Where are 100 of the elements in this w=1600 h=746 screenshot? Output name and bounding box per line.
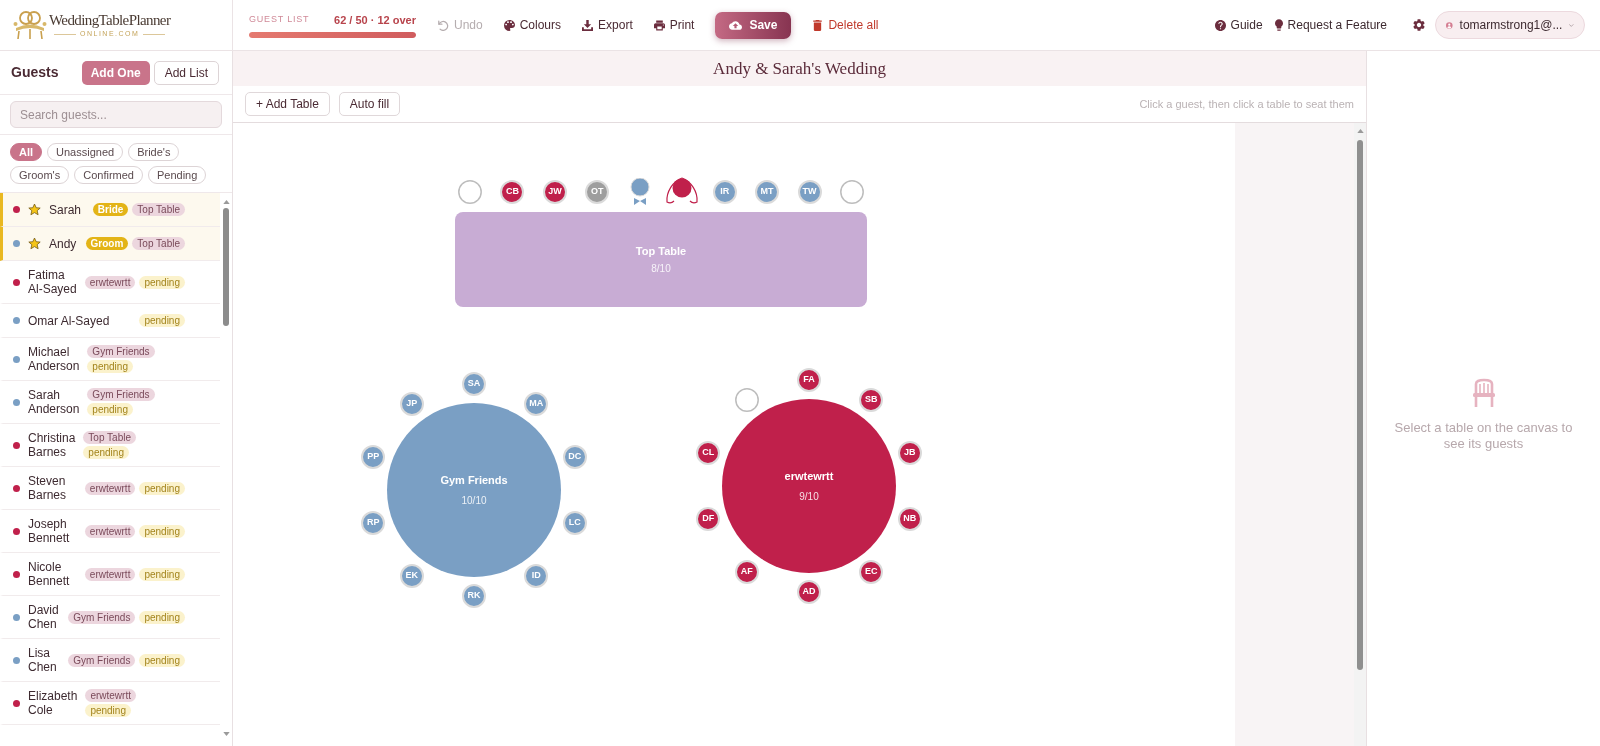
- empty-state-message: Select a table on the canvas to see its guests: [1393, 419, 1574, 452]
- request-feature-link[interactable]: Request a Feature: [1274, 16, 1387, 34]
- add-list-button[interactable]: Add List: [153, 60, 219, 85]
- sidebar-title: Guests: [11, 63, 59, 82]
- add-one-button[interactable]: Add One: [81, 60, 150, 85]
- save-button[interactable]: Save: [715, 11, 792, 39]
- help-icon: [1214, 19, 1226, 31]
- guest-seat[interactable]: AF: [734, 559, 759, 584]
- add-table-button[interactable]: + Add Table: [245, 92, 330, 116]
- account-menu-button[interactable]: tomarmstrong1@...: [1435, 11, 1585, 39]
- scroll-up-icon[interactable]: [1356, 129, 1364, 133]
- scroll-up-icon[interactable]: [222, 200, 230, 204]
- guest-seat[interactable]: AD: [797, 580, 821, 604]
- guest-name: Elizabeth Cole: [28, 689, 78, 717]
- empty-seat-icon[interactable]: [840, 180, 864, 204]
- guest-row[interactable]: Sarah Bride Top Table: [0, 193, 220, 227]
- guest-name: Omar Al-Sayed: [28, 313, 111, 328]
- table-name: erwtewrtt: [784, 468, 834, 484]
- person-veil-icon[interactable]: [664, 177, 701, 205]
- star-icon: [28, 237, 41, 250]
- table-tag: Gym Friends: [68, 610, 136, 624]
- person-bowtie-icon[interactable]: [629, 177, 650, 205]
- guide-link[interactable]: Guide: [1214, 16, 1263, 34]
- filter-chip[interactable]: Pending: [147, 166, 207, 184]
- guest-seat[interactable]: CL: [696, 441, 721, 466]
- role-badge: Groom: [85, 237, 129, 250]
- guest-row[interactable]: Fatima Al-Sayed erwtewrtt pending: [0, 261, 220, 304]
- status-tag: pending: [139, 275, 185, 289]
- status-tag: pending: [85, 704, 131, 717]
- guest-name: Michael Anderson: [28, 345, 80, 373]
- table-tag: Gym Friends: [87, 345, 155, 358]
- guest-seat[interactable]: FA: [797, 368, 821, 392]
- guest-seat[interactable]: DF: [696, 506, 721, 531]
- guest-row[interactable]: Andy Groom Top Table: [0, 227, 220, 261]
- chair-icon: [1470, 377, 1497, 408]
- print-button[interactable]: Print: [653, 16, 695, 34]
- guest-name: Andy: [49, 236, 78, 251]
- guest-name: Lisa Chen: [28, 646, 58, 674]
- empty-seat-icon[interactable]: [458, 180, 482, 204]
- plan-title: Andy & Sarah's Wedding: [713, 57, 886, 80]
- rings-logo-icon: [13, 10, 47, 40]
- table-tag: Top Table: [132, 203, 185, 216]
- status-tag: pending: [139, 567, 185, 581]
- guest-seat[interactable]: CB: [500, 180, 525, 204]
- table-tag: erwtewrtt: [85, 689, 136, 702]
- status-tag: pending: [87, 360, 133, 373]
- guest-seat[interactable]: JW: [542, 180, 567, 204]
- filter-chip[interactable]: Bride's: [128, 143, 180, 161]
- status-tag: pending: [139, 481, 185, 495]
- guest-name: David Chen: [28, 603, 60, 631]
- table-name: Top Table: [635, 243, 687, 259]
- guest-seat[interactable]: SB: [859, 388, 884, 413]
- download-icon: [582, 19, 594, 31]
- status-tag: pending: [139, 524, 185, 538]
- chevron-down-icon: [1569, 22, 1574, 28]
- guest-row[interactable]: Christina Barnes Top Table pending: [0, 424, 220, 467]
- guest-row[interactable]: David Chen Gym Friends pending: [0, 596, 220, 639]
- seat-count: 9/10: [799, 490, 819, 505]
- role-badge: Bride: [92, 203, 129, 216]
- status-tag: pending: [139, 653, 185, 667]
- guest-row[interactable]: Sarah Anderson Gym Friends pending: [0, 381, 220, 424]
- filter-chip[interactable]: Confirmed: [74, 166, 143, 184]
- delete-all-button[interactable]: Delete all: [812, 16, 879, 34]
- guest-seat[interactable]: NB: [897, 506, 922, 531]
- search-field[interactable]: Search guests...: [10, 101, 222, 128]
- palette-icon: [503, 19, 515, 31]
- seat-count: 10/10: [461, 494, 487, 509]
- lightbulb-icon: [1274, 19, 1283, 31]
- auto-fill-button[interactable]: Auto fill: [338, 92, 401, 116]
- table-tag: erwtewrtt: [84, 481, 136, 495]
- colours-button[interactable]: Colours: [503, 16, 562, 34]
- table-tag: Top Table: [132, 237, 185, 250]
- guest-name: Sarah Anderson: [28, 388, 80, 416]
- guest-row[interactable]: Omar Al-Sayed pending: [0, 304, 220, 338]
- scrollbar-thumb[interactable]: [223, 208, 229, 326]
- status-tag: pending: [139, 610, 185, 624]
- guest-row[interactable]: Steven Barnes erwtewrtt pending: [0, 467, 220, 510]
- scrollbar-thumb[interactable]: [1357, 140, 1363, 670]
- star-icon: [28, 203, 41, 216]
- guest-name: Steven Barnes: [28, 474, 68, 502]
- hint-text: Click a guest, then click a table to seat them: [1139, 96, 1354, 112]
- guest-row[interactable]: Elizabeth Cole erwtewrtt pending: [0, 682, 220, 725]
- guest-seat[interactable]: JB: [897, 441, 922, 466]
- scroll-down-icon[interactable]: [222, 732, 230, 736]
- filter-chip[interactable]: Groom's: [10, 166, 70, 184]
- filter-chip[interactable]: Unassigned: [47, 143, 124, 161]
- seat-count: 8/10: [651, 262, 671, 277]
- logo-text: WeddingTablePlanner: [49, 12, 171, 29]
- guest-row[interactable]: Lisa Chen Gym Friends pending: [0, 639, 220, 682]
- guest-row[interactable]: Michael Anderson Gym Friends pending: [0, 338, 220, 381]
- empty-seat-icon[interactable]: [734, 388, 759, 413]
- guest-list-label: GUEST LIST: [249, 13, 310, 27]
- settings-icon[interactable]: [1413, 19, 1425, 31]
- status-tag: pending: [87, 403, 133, 416]
- guest-name: Christina Barnes: [28, 431, 76, 459]
- filter-chip[interactable]: All: [10, 143, 43, 161]
- export-button[interactable]: Export: [582, 16, 633, 34]
- guest-seat[interactable]: EC: [859, 559, 884, 584]
- guest-row[interactable]: Joseph Bennett erwtewrtt pending: [0, 510, 220, 553]
- guest-row[interactable]: Nicole Bennett erwtewrtt pending: [0, 553, 220, 596]
